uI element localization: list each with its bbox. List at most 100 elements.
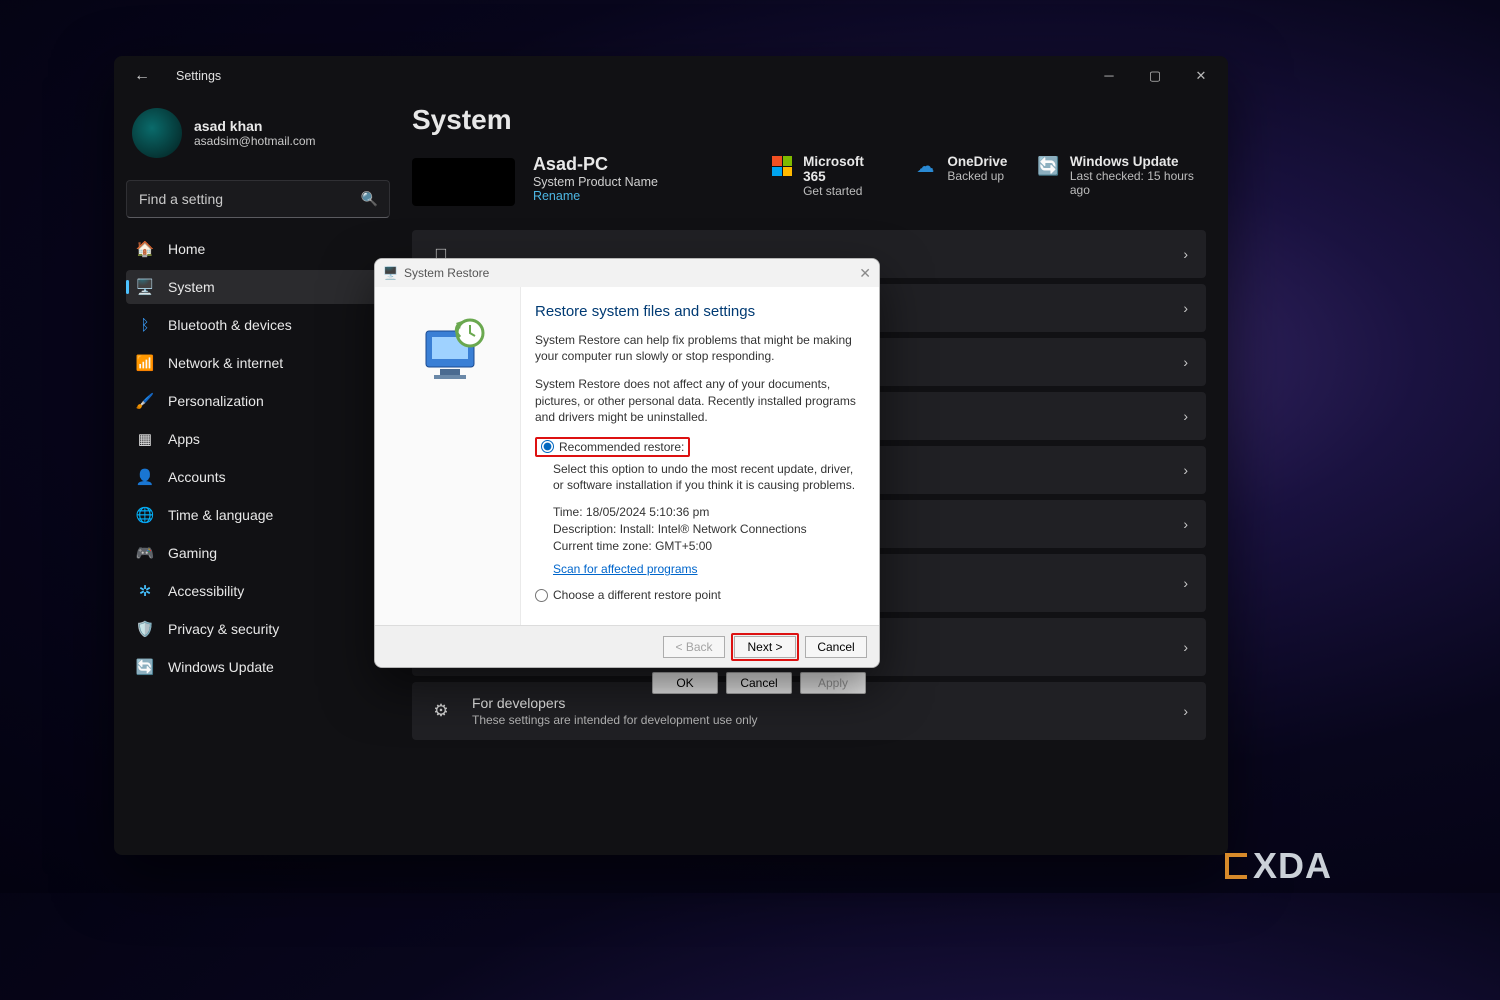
gaming-icon: 🎮 bbox=[136, 544, 154, 562]
minimize-button[interactable]: ─ bbox=[1100, 68, 1118, 84]
radio-recommended[interactable] bbox=[541, 440, 554, 453]
chevron-right-icon: › bbox=[1183, 246, 1188, 262]
tz-key: Current time zone: bbox=[553, 539, 652, 553]
nav-item-system[interactable]: 🖥️System bbox=[126, 270, 390, 304]
dialog-titlebar: 🖥️ System Restore ✕ bbox=[375, 259, 879, 287]
nav-label: Gaming bbox=[168, 545, 217, 561]
pc-thumbnail bbox=[412, 158, 515, 206]
legacy-buttons: OK Cancel Apply bbox=[652, 672, 866, 694]
bluetooth-icon: ᛒ bbox=[136, 316, 154, 334]
nav-label: Time & language bbox=[168, 507, 273, 523]
tile-microsoft365[interactable]: Microsoft 365Get started bbox=[771, 154, 883, 198]
restore-icon: 🖥️ bbox=[383, 266, 398, 280]
radio-different[interactable] bbox=[535, 589, 548, 602]
desc-val: Install: Intel® Network Connections bbox=[620, 522, 807, 536]
search-input[interactable] bbox=[126, 180, 390, 218]
app-title: Settings bbox=[176, 69, 221, 83]
nav-label: Network & internet bbox=[168, 355, 283, 371]
nav-item-network[interactable]: 📶 Network & internet bbox=[126, 346, 390, 380]
nav-label: Personalization bbox=[168, 393, 264, 409]
personalization-icon: 🖌️ bbox=[136, 392, 154, 410]
nav-item-bluetooth[interactable]: ᛒ Bluetooth & devices bbox=[126, 308, 390, 342]
onedrive-icon: ☁ bbox=[913, 154, 937, 178]
apps-icon: ▦ bbox=[136, 430, 154, 448]
sidebar: asad khan asadsim@hotmail.com 🔍 🏠Home🖥️S… bbox=[114, 96, 402, 855]
privacy-icon: 🛡️ bbox=[136, 620, 154, 638]
system-restore-dialog: 🖥️ System Restore ✕ Restore system files… bbox=[374, 258, 880, 668]
nav-label: Windows Update bbox=[168, 659, 274, 675]
tile-sub: Backed up bbox=[947, 169, 1007, 183]
tile-onedrive[interactable]: ☁ OneDriveBacked up bbox=[913, 154, 1007, 198]
radio-recommended-label[interactable]: Recommended restore: bbox=[559, 440, 684, 454]
chevron-right-icon: › bbox=[1183, 575, 1188, 591]
pc-product: System Product Name bbox=[533, 175, 753, 189]
cancel-button[interactable]: Cancel bbox=[726, 672, 792, 694]
dialog-title: System Restore bbox=[404, 266, 489, 280]
ok-button[interactable]: OK bbox=[652, 672, 718, 694]
chevron-right-icon: › bbox=[1183, 516, 1188, 532]
chevron-right-icon: › bbox=[1183, 639, 1188, 655]
tile-windows-update[interactable]: 🔄 Windows UpdateLast checked: 15 hours a… bbox=[1037, 154, 1206, 198]
time-icon: 🌐 bbox=[136, 506, 154, 524]
network-icon: 📶 bbox=[136, 354, 154, 372]
dialog-footer: < Back Next > Cancel bbox=[375, 625, 879, 667]
nav-item-home[interactable]: 🏠Home bbox=[126, 232, 390, 266]
nav-label: Accounts bbox=[168, 469, 226, 485]
dialog-heading: Restore system files and settings bbox=[535, 303, 863, 320]
scan-affected-link[interactable]: Scan for affected programs bbox=[553, 562, 698, 576]
rename-link[interactable]: Rename bbox=[533, 189, 753, 203]
nav-label: Accessibility bbox=[168, 583, 244, 599]
accessibility-icon: ✲ bbox=[136, 582, 154, 600]
apply-button: Apply bbox=[800, 672, 866, 694]
nav-item-accounts[interactable]: 👤 Accounts bbox=[126, 460, 390, 494]
nav-label: Bluetooth & devices bbox=[168, 317, 292, 333]
nav-item-time[interactable]: 🌐 Time & language bbox=[126, 498, 390, 532]
radio-different-label[interactable]: Choose a different restore point bbox=[553, 588, 721, 602]
microsoft365-icon bbox=[771, 154, 793, 178]
profile-block[interactable]: asad khan asadsim@hotmail.com bbox=[126, 96, 390, 176]
titlebar: ← Settings ─ ▢ ✕ bbox=[114, 56, 1228, 96]
nav-label: Privacy & security bbox=[168, 621, 279, 637]
pc-name: Asad-PC bbox=[533, 154, 753, 175]
tile-title: Windows Update bbox=[1070, 154, 1206, 169]
desc-key: Description: bbox=[553, 522, 616, 536]
nav-item-accessibility[interactable]: ✲ Accessibility bbox=[126, 574, 390, 608]
system-header: Asad-PC System Product Name Rename Micro… bbox=[412, 154, 1206, 206]
nav-list: 🏠Home 🖥️System ᛒ Bluetooth & devices 📶 Networ… bbox=[126, 232, 390, 684]
dialog-para2: System Restore does not affect any of yo… bbox=[535, 376, 863, 425]
settings-item-icon: ⚙ bbox=[430, 700, 452, 722]
nav-item-personalization[interactable]: 🖌️ Personalization bbox=[126, 384, 390, 418]
tile-sub: Last checked: 15 hours ago bbox=[1070, 169, 1206, 197]
close-button[interactable]: ✕ bbox=[1192, 68, 1210, 84]
window-controls: ─ ▢ ✕ bbox=[1100, 68, 1218, 84]
accounts-icon: 👤 bbox=[136, 468, 154, 486]
next-button[interactable]: Next > bbox=[734, 636, 796, 658]
tile-title: Microsoft 365 bbox=[803, 154, 883, 184]
dialog-side-image bbox=[375, 287, 521, 625]
recommended-desc: Select this option to undo the most rece… bbox=[553, 461, 863, 493]
settings-item-sub: These settings are intended for developm… bbox=[472, 713, 1163, 727]
chevron-right-icon: › bbox=[1183, 354, 1188, 370]
recommended-highlight: Recommended restore: bbox=[535, 437, 690, 457]
page-title: System bbox=[412, 104, 1206, 136]
time-key: Time: bbox=[553, 505, 583, 519]
windows-icon: 🔄 bbox=[136, 658, 154, 676]
nav-item-gaming[interactable]: 🎮 Gaming bbox=[126, 536, 390, 570]
windows-update-icon: 🔄 bbox=[1037, 154, 1059, 178]
nav-label: Apps bbox=[168, 431, 200, 447]
nav-label: Home bbox=[168, 241, 205, 257]
system-icon: 🖥️ bbox=[136, 278, 154, 296]
back-button: < Back bbox=[663, 636, 725, 658]
dialog-close-button[interactable]: ✕ bbox=[859, 265, 871, 282]
cancel-dialog-button[interactable]: Cancel bbox=[805, 636, 867, 658]
tile-sub: Get started bbox=[803, 184, 883, 198]
nav-item-windows[interactable]: 🔄 Windows Update bbox=[126, 650, 390, 684]
user-name: asad khan bbox=[194, 118, 316, 134]
nav-item-privacy[interactable]: 🛡️ Privacy & security bbox=[126, 612, 390, 646]
chevron-right-icon: › bbox=[1183, 408, 1188, 424]
time-val: 18/05/2024 5:10:36 pm bbox=[586, 505, 709, 519]
nav-item-apps[interactable]: ▦ Apps bbox=[126, 422, 390, 456]
avatar bbox=[132, 108, 182, 158]
back-arrow-icon[interactable]: ← bbox=[134, 67, 150, 85]
maximize-button[interactable]: ▢ bbox=[1146, 68, 1164, 84]
